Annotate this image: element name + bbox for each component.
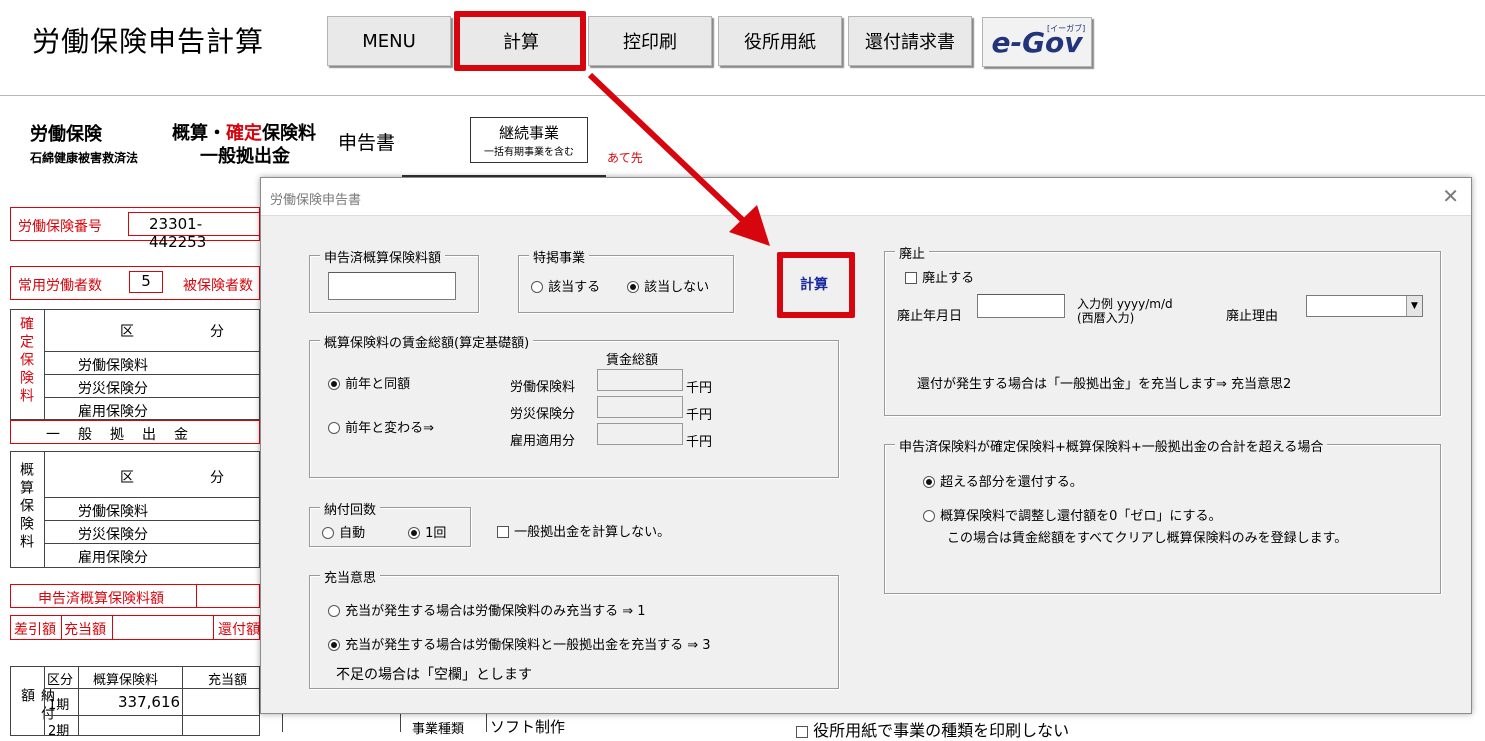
arrow-shaft: [587, 72, 755, 232]
annotation-arrow: [587, 72, 770, 246]
